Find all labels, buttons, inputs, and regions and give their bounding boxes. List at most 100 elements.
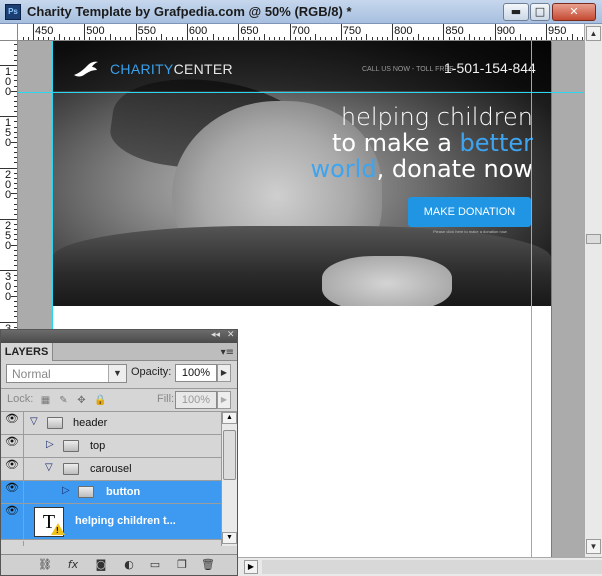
ruler-tick bbox=[402, 37, 404, 40]
visibility-eye-icon[interactable] bbox=[1, 541, 24, 546]
collapse-panel-icon[interactable]: ◂◂ bbox=[211, 330, 220, 340]
ruler-tick bbox=[453, 37, 455, 40]
ruler-label: 650 bbox=[240, 25, 259, 37]
fill-arrow-icon[interactable]: ▶ bbox=[217, 391, 231, 409]
lock-transparency-icon[interactable]: ▦ bbox=[40, 395, 51, 406]
ruler-tick bbox=[510, 37, 512, 40]
guide-vertical[interactable] bbox=[531, 41, 532, 557]
ruler-tick bbox=[294, 37, 296, 40]
ruler-tick bbox=[551, 37, 553, 40]
ruler-label: 850 bbox=[445, 25, 464, 37]
folder-icon bbox=[78, 486, 94, 498]
ruler-label: 100 bbox=[4, 66, 12, 98]
opacity-arrow-icon[interactable]: ▶ bbox=[217, 364, 231, 382]
link-icon[interactable]: ⛓ bbox=[37, 558, 53, 572]
layer-row-carousel[interactable]: 👁 ▽ carousel bbox=[1, 458, 221, 481]
hand-shape bbox=[322, 256, 452, 306]
fx-icon[interactable]: fx bbox=[65, 558, 81, 572]
horizontal-scrollbar[interactable]: ▶ bbox=[238, 557, 602, 576]
horizontal-ruler[interactable]: 450 500 550 600 650 700 750 800 850 900 950 bbox=[18, 24, 602, 41]
visibility-eye-icon[interactable]: 👁 bbox=[1, 412, 24, 434]
adjustment-icon[interactable]: ◐ bbox=[121, 558, 137, 572]
chevron-down-icon[interactable]: ▼ bbox=[108, 365, 126, 382]
logo-charity: CHARITY bbox=[110, 61, 174, 77]
ruler-tick bbox=[115, 37, 117, 40]
headline-text: to make a bbox=[331, 129, 460, 157]
ruler-tick bbox=[381, 37, 383, 40]
scroll-right-icon[interactable]: ▶ bbox=[244, 560, 258, 574]
minimize-button[interactable]: ▬ bbox=[503, 3, 529, 21]
layer-row-text[interactable]: 👁 T ! helping children t... bbox=[1, 504, 221, 540]
ruler-tick bbox=[499, 37, 501, 40]
ruler-tick bbox=[14, 44, 17, 46]
scroll-thumb[interactable] bbox=[586, 234, 601, 244]
new-layer-icon[interactable]: ❐ bbox=[174, 558, 190, 572]
scroll-down-icon[interactable]: ▼ bbox=[222, 532, 237, 544]
ruler-tick bbox=[366, 34, 368, 40]
visibility-eye-icon[interactable]: 👁 bbox=[1, 481, 24, 503]
warning-mark: ! bbox=[56, 526, 59, 535]
folder-icon bbox=[63, 440, 79, 452]
ruler-tick bbox=[556, 37, 558, 40]
close-button[interactable]: ✕ bbox=[552, 3, 596, 21]
layers-scrollbar[interactable]: ▲ ▼ bbox=[221, 412, 237, 546]
ruler-tick bbox=[443, 24, 445, 40]
ruler-tick bbox=[161, 34, 163, 40]
layers-panel: ◂◂ ✕ LAYERS ▾≡ Normal ▼ Opacity: 100% ▶ … bbox=[0, 329, 238, 576]
ruler-tick bbox=[14, 147, 17, 149]
ruler-origin[interactable] bbox=[0, 24, 18, 41]
ruler-tick bbox=[535, 37, 537, 40]
visibility-eye-icon[interactable]: 👁 bbox=[1, 458, 24, 480]
make-donation-button[interactable]: MAKE DONATION bbox=[408, 197, 531, 227]
vertical-ruler[interactable]: 1001502002503003 bbox=[0, 41, 18, 331]
vertical-scrollbar[interactable]: ▲ ▼ bbox=[584, 24, 602, 557]
layer-row-button[interactable]: 👁 ▷ button bbox=[1, 481, 221, 504]
blend-mode-select[interactable]: Normal ▼ bbox=[6, 364, 127, 383]
visibility-eye-icon[interactable]: 👁 bbox=[1, 504, 24, 539]
lock-position-icon[interactable]: ✥ bbox=[76, 395, 87, 406]
lock-all-icon[interactable]: 🔒 bbox=[94, 395, 106, 406]
scroll-thumb[interactable] bbox=[223, 430, 236, 480]
ruler-tick bbox=[14, 85, 17, 87]
mask-icon[interactable]: ◙ bbox=[93, 558, 109, 572]
ruler-tick bbox=[525, 37, 527, 40]
opacity-input[interactable]: 100% bbox=[175, 364, 217, 382]
collapsed-triangle-icon[interactable]: ▷ bbox=[46, 439, 54, 450]
collapsed-triangle-icon[interactable]: ▷ bbox=[62, 485, 70, 496]
ruler-tick bbox=[181, 37, 183, 40]
layer-name: carousel bbox=[90, 463, 132, 475]
expand-triangle-icon[interactable]: ▽ bbox=[30, 416, 38, 427]
layer-row-top[interactable]: 👁 ▷ top bbox=[1, 435, 221, 458]
fill-input[interactable]: 100% bbox=[175, 391, 217, 409]
ruler-tick bbox=[14, 275, 17, 277]
ruler-tick bbox=[284, 37, 286, 40]
lock-label: Lock: bbox=[7, 393, 34, 405]
layer-row-partial[interactable] bbox=[1, 541, 221, 546]
ruler-tick bbox=[566, 37, 568, 40]
maximize-button[interactable]: □ bbox=[530, 3, 550, 21]
ruler-tick bbox=[14, 239, 17, 241]
lock-image-icon[interactable]: ✎ bbox=[58, 395, 69, 406]
scroll-down-icon[interactable]: ▼ bbox=[586, 539, 601, 554]
ruler-tick bbox=[14, 203, 17, 205]
ruler-tick bbox=[351, 37, 353, 40]
new-group-icon[interactable]: ▭ bbox=[147, 558, 163, 572]
expand-triangle-icon[interactable]: ▽ bbox=[45, 462, 53, 473]
ruler-tick bbox=[315, 34, 317, 40]
panel-menu-icon[interactable]: ▾≡ bbox=[221, 347, 234, 358]
scroll-up-icon[interactable]: ▲ bbox=[586, 26, 601, 41]
scroll-track[interactable] bbox=[262, 560, 602, 574]
ruler-tick bbox=[58, 34, 60, 40]
scroll-up-icon[interactable]: ▲ bbox=[222, 412, 237, 424]
close-panel-icon[interactable]: ✕ bbox=[227, 330, 235, 340]
layer-row-header[interactable]: 👁 ▽ header bbox=[1, 412, 221, 435]
ruler-tick bbox=[479, 37, 481, 40]
guide-horizontal[interactable] bbox=[18, 92, 584, 93]
visibility-eye-icon[interactable]: 👁 bbox=[1, 435, 24, 457]
tab-layers[interactable]: LAYERS bbox=[1, 343, 53, 361]
ruler-tick bbox=[422, 37, 424, 40]
trash-icon[interactable]: 🗑 bbox=[200, 558, 216, 572]
ruler-tick bbox=[253, 37, 255, 40]
ruler-tick bbox=[186, 24, 188, 40]
ruler-label: 700 bbox=[291, 25, 310, 37]
